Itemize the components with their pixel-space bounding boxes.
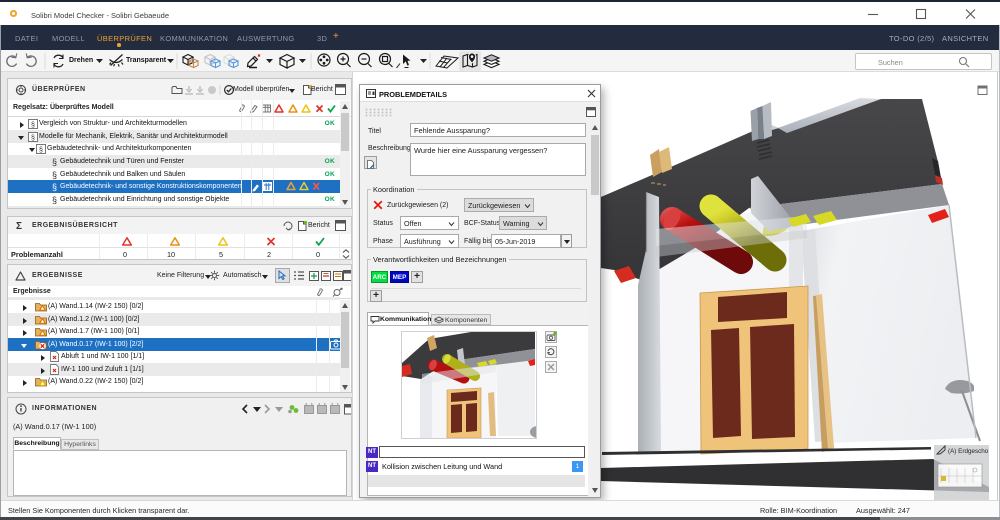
svg-text:§: § (39, 146, 43, 153)
svg-text:§: § (31, 134, 35, 141)
svg-text:(A) Erdgescho: (A) Erdgescho (948, 448, 989, 455)
svg-text:§: § (31, 121, 35, 128)
